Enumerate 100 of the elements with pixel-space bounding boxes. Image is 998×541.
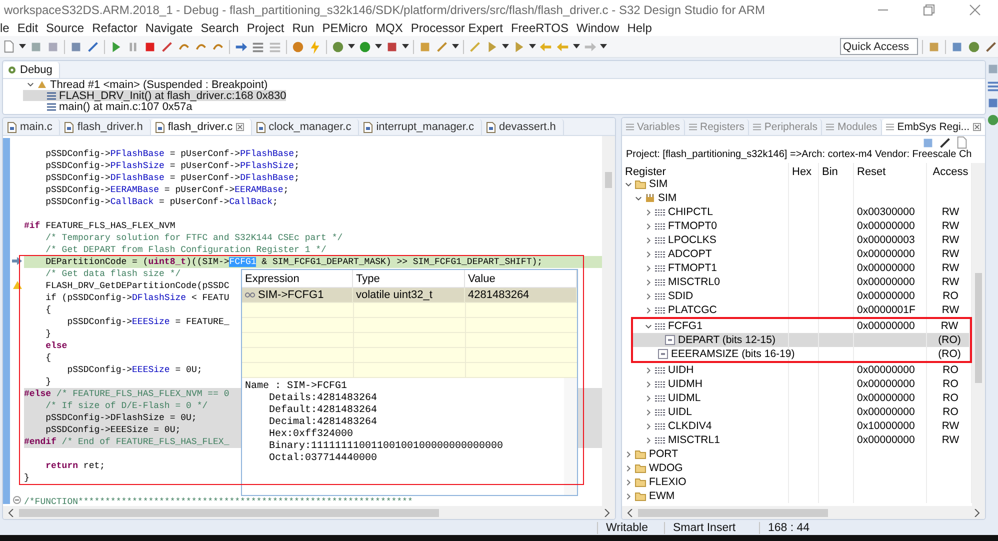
chevron-right-icon[interactable] [625, 464, 632, 472]
register-row[interactable]: FLEXIO [622, 475, 972, 489]
vertical-scrollbar[interactable] [564, 378, 577, 495]
editor-tab[interactable]: clock_manager.c [252, 119, 360, 135]
close-icon[interactable] [968, 3, 982, 17]
detail-line: Decimal:4281483264 [268, 417, 378, 428]
chevron-right-icon[interactable] [645, 264, 652, 272]
stack-frame-row[interactable]: FLASH_DRV_Init() at flash_driver.c:168 0x830 [23, 90, 286, 101]
menu-item[interactable]: Help [627, 21, 652, 35]
menu-item[interactable]: Processor Expert [410, 21, 503, 35]
menu-item[interactable]: Window [576, 21, 620, 35]
chevron-down-icon[interactable] [635, 194, 642, 202]
column-header: Value [465, 270, 577, 288]
stack-frame-row[interactable]: main() at main.c:107 0x57a [23, 101, 192, 112]
dropdown-caret-icon[interactable] [529, 44, 536, 49]
chevron-right-icon[interactable] [645, 366, 652, 374]
register-row[interactable]: WDOG [622, 461, 972, 475]
menu-item[interactable]: le [0, 21, 10, 35]
access-value: (RO) [938, 334, 961, 346]
chevron-right-icon[interactable] [625, 478, 632, 486]
code-line: pSSDConfig->CallBack = pUserConf->CallBack; [44, 197, 278, 207]
register-row[interactable]: PORT [622, 447, 972, 461]
vertical-scrollbar[interactable] [602, 136, 615, 506]
chevron-right-icon[interactable] [645, 306, 652, 314]
code-line: pSSDConfig->EEESize = FEATURE_ [66, 317, 230, 327]
chevron-right-icon[interactable] [645, 394, 652, 402]
menu-item[interactable]: Refactor [92, 21, 138, 35]
chevron-right-icon[interactable] [645, 250, 652, 258]
editor-tab[interactable]: main.c [3, 119, 60, 135]
menu-item[interactable]: MQX [376, 21, 403, 35]
chevron-right-icon[interactable] [645, 422, 652, 430]
chevron-right-icon[interactable] [625, 492, 632, 500]
chevron-right-icon[interactable] [645, 408, 652, 416]
register-name: SIM [658, 192, 677, 204]
register-row[interactable]: EEERAMSIZE (bits 16-19) (RO) [633, 347, 970, 361]
chevron-right-icon[interactable] [645, 292, 652, 300]
register-name: PORT [649, 448, 678, 460]
dropdown-caret-icon[interactable] [452, 44, 459, 49]
editor-tab[interactable]: devassert.h [482, 119, 564, 135]
column-header[interactable]: Hex [789, 163, 819, 181]
scroll-left-icon[interactable] [626, 508, 634, 516]
expression-cell[interactable]: SIM->FCFG1 [242, 288, 353, 303]
chevron-right-icon[interactable] [645, 436, 652, 444]
dropdown-caret-icon[interactable] [19, 44, 26, 49]
code-line: #else /* FEATURE_FLS_HAS_FLEX_NVM == 0 [24, 389, 230, 399]
dropdown-caret-icon[interactable] [348, 44, 355, 49]
code-line: { [44, 353, 52, 363]
thread-row[interactable]: Thread #1 <main> (Suspended : Breakpoint) [23, 79, 268, 90]
menu-item[interactable]: Project [246, 21, 284, 35]
scroll-left-icon[interactable] [7, 508, 15, 516]
chevron-right-icon[interactable] [645, 278, 652, 286]
dropdown-caret-icon[interactable] [502, 44, 509, 49]
register-icon [655, 366, 665, 374]
column-header[interactable]: Bin [819, 163, 854, 181]
scroll-right-icon[interactable] [603, 508, 611, 516]
register-row[interactable]: EWM [622, 489, 972, 503]
menu-item[interactable]: Navigate [145, 21, 193, 35]
debug-tab[interactable]: Debug [3, 62, 60, 78]
close-icon[interactable] [236, 123, 244, 131]
menu-item[interactable]: FreeRTOS [510, 21, 569, 35]
dropdown-caret-icon[interactable] [375, 44, 382, 49]
horizontal-scrollbar[interactable] [3, 506, 615, 519]
menu-item[interactable]: PEMicro [322, 21, 368, 35]
chevron-right-icon[interactable] [625, 450, 632, 458]
close-icon[interactable] [972, 123, 981, 131]
chevron-down-icon[interactable] [625, 180, 632, 188]
chevron-down-icon[interactable] [645, 322, 652, 330]
menu-item[interactable]: Edit [17, 21, 38, 35]
dropdown-caret-icon[interactable] [402, 44, 409, 49]
chevron-right-icon[interactable] [645, 222, 652, 230]
scroll-thumb[interactable] [605, 172, 612, 188]
vertical-scrollbar[interactable] [972, 163, 985, 506]
scroll-thumb[interactable] [19, 508, 439, 516]
quick-access-field[interactable]: Quick Access [840, 38, 918, 55]
chevron-right-icon[interactable] [645, 236, 652, 244]
horizontal-scrollbar[interactable] [622, 506, 985, 519]
chevron-right-icon[interactable] [645, 380, 652, 388]
dropdown-caret-icon[interactable] [573, 44, 580, 49]
chevron-right-icon[interactable] [645, 208, 652, 216]
access-value: RO [942, 392, 958, 404]
menu-item[interactable]: Source [46, 21, 84, 35]
scroll-right-icon[interactable] [973, 508, 981, 516]
chevron-down-icon[interactable] [27, 81, 34, 88]
register-name: FTMOPT1 [668, 262, 717, 274]
dropdown-caret-icon[interactable] [600, 44, 607, 49]
editor-tab[interactable]: flash_driver.h [60, 119, 151, 135]
menu-item[interactable]: Run [292, 21, 314, 35]
register-row[interactable]: DEPART (bits 12-15) (RO) [633, 333, 970, 347]
menu-item[interactable]: Search [200, 21, 239, 35]
editor-tab[interactable]: interrupt_manager.c [359, 119, 482, 135]
collapse-icon[interactable] [13, 496, 21, 504]
scroll-thumb[interactable] [638, 508, 828, 516]
register-name: SDID [668, 290, 694, 302]
register-row[interactable]: SIM [622, 177, 972, 191]
access-value: RO [942, 406, 958, 418]
outline-icon[interactable] [986, 79, 998, 93]
scroll-thumb[interactable] [975, 273, 982, 383]
register-name: FTMOPT0 [668, 220, 717, 232]
editor-tab[interactable]: flash_driver.c [150, 119, 252, 135]
column-header[interactable]: Reset [854, 163, 927, 181]
